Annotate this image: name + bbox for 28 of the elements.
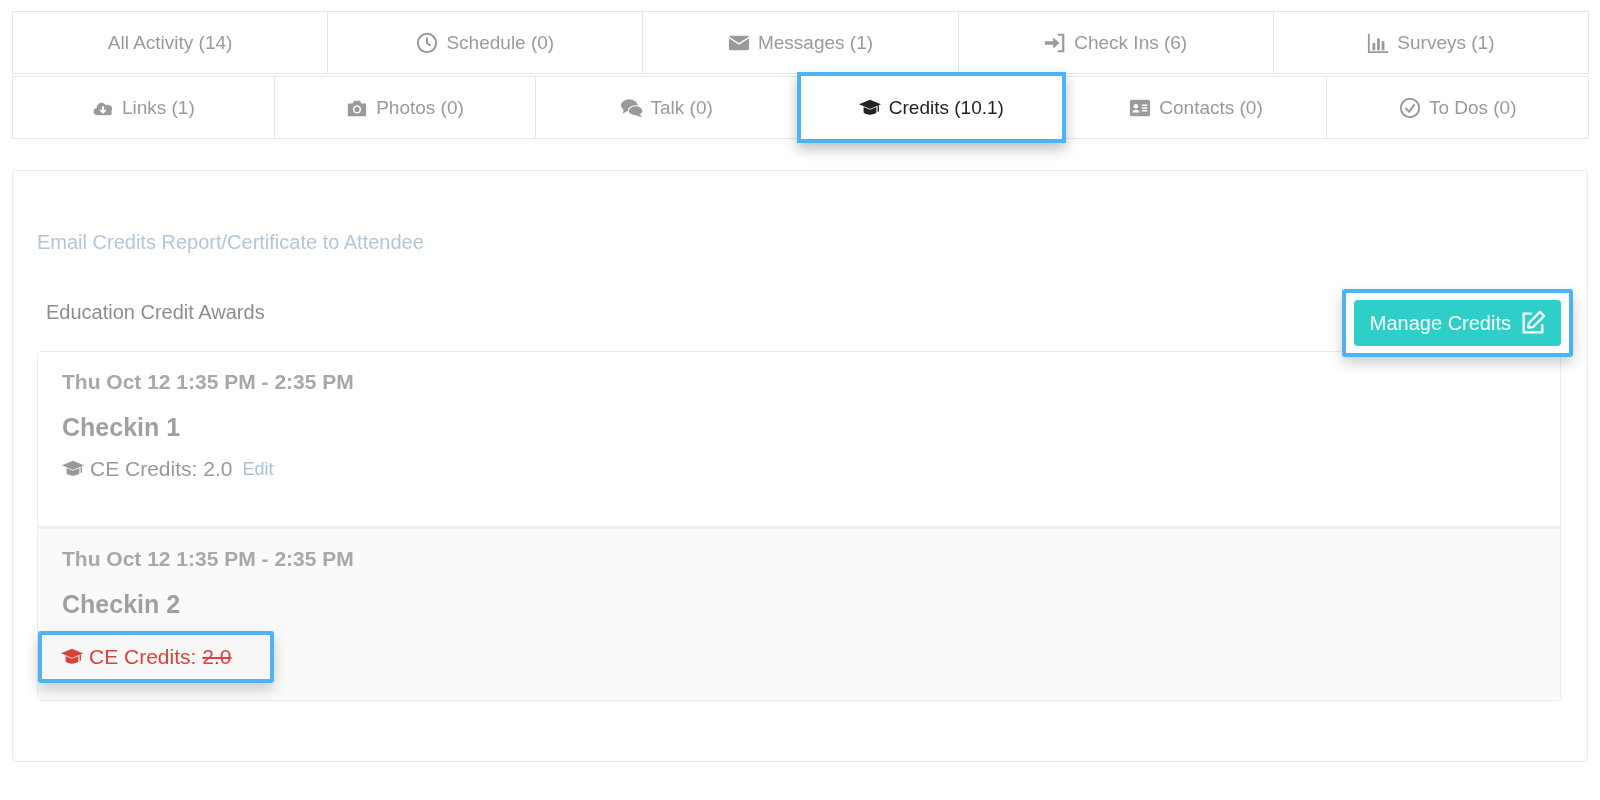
award-time: Thu Oct 12 1:35 PM - 2:35 PM [62, 370, 355, 394]
tab[interactable]: All Activity (14) [12, 11, 329, 74]
tab[interactable]: Credits (10.1) [797, 72, 1066, 143]
credits-label: CE Credits: [89, 645, 197, 669]
award-title: Checkin 2 [62, 590, 182, 619]
edit-link[interactable]: Edit [242, 458, 274, 480]
tab[interactable]: Surveys (1) [1272, 11, 1589, 74]
tab[interactable]: Photos (0) [273, 76, 537, 139]
check-circle-icon [1398, 96, 1421, 119]
tab[interactable]: Schedule (0) [327, 11, 644, 74]
sign-in-icon [1044, 31, 1067, 54]
manage-credits-button[interactable]: Manage Credits [1353, 300, 1561, 346]
tab[interactable]: Talk (0) [535, 76, 798, 139]
tab[interactable]: To Dos (0) [1326, 76, 1590, 139]
bar-chart-icon [1367, 31, 1390, 54]
tab[interactable]: Contacts (0) [1064, 76, 1328, 139]
credits-label: CE Credits: [90, 457, 198, 481]
speech-bubbles-icon [620, 96, 643, 119]
credits-value: 2.0 [202, 645, 232, 669]
tab[interactable]: Messages (1) [642, 11, 959, 74]
credits-value: 2.0 [203, 457, 233, 481]
tab[interactable]: Links (1) [12, 76, 275, 139]
section-title: Education Credit Awards [46, 301, 265, 324]
clock-icon [416, 31, 439, 54]
award-title: Checkin 1 [62, 413, 182, 442]
email-link[interactable]: Email Credits Report/Certificate to Attendee [37, 231, 424, 254]
award-time: Thu Oct 12 1:35 PM - 2:35 PM [62, 547, 355, 571]
tab[interactable]: Check Ins (6) [957, 11, 1274, 74]
